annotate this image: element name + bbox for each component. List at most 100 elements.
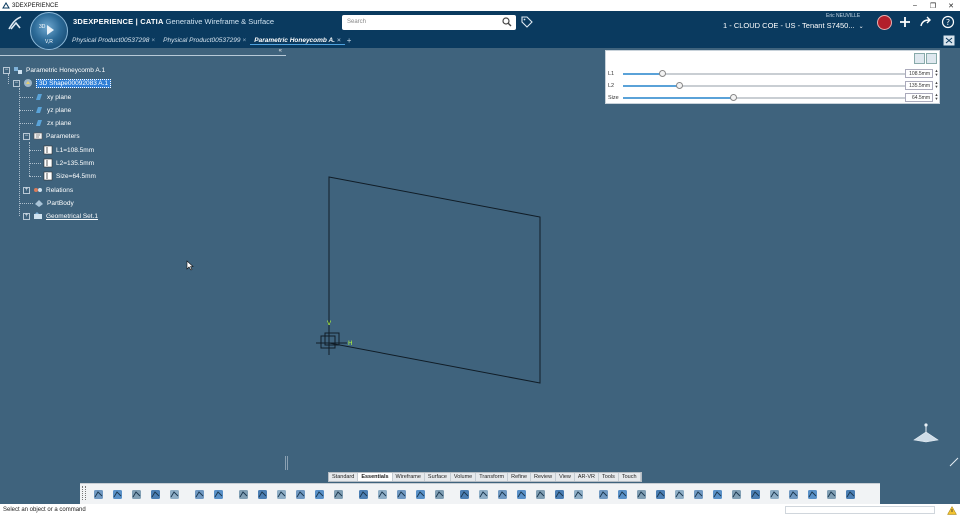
trim-icon[interactable] [534,488,547,501]
sweep-icon[interactable] [357,488,370,501]
search-icon[interactable] [502,17,512,27]
l1-slider[interactable] [623,70,905,77]
tree-node-3d-shape[interactable]: − 3D Shape00092083 A.1 [13,77,112,89]
section-tab-wireframe[interactable]: Wireframe [393,473,425,481]
close-button[interactable]: ✕ [942,2,960,10]
fill-icon[interactable] [376,488,389,501]
size-slider-thumb[interactable] [729,94,737,101]
sketch-icon[interactable] [193,488,206,501]
split-icon[interactable] [515,488,528,501]
translate-icon[interactable] [616,488,629,501]
blend-icon[interactable] [477,488,490,501]
collapse-icon[interactable]: − [23,132,30,140]
multi-section-icon[interactable] [395,488,408,501]
new-tab-button[interactable]: + [347,36,352,45]
measure-icon[interactable] [787,488,800,501]
close-tab-icon[interactable]: × [242,37,246,44]
circle-icon[interactable] [313,488,326,501]
paste-icon[interactable] [130,488,143,501]
fillet-icon[interactable] [597,488,610,501]
l2-slider[interactable] [623,82,905,89]
tree-node-param-l1[interactable]: L1=108.5mm [43,144,94,156]
symmetry-icon[interactable] [654,488,667,501]
point-icon[interactable] [237,488,250,501]
tree-node-root[interactable]: − Parametric Honeycomb A.1 [3,64,105,76]
size-slider[interactable] [623,94,905,101]
expand-icon[interactable]: + [23,212,30,220]
line-icon[interactable] [256,488,269,501]
revolve-icon[interactable] [433,488,446,501]
l1-value-field[interactable]: 108.5mm [905,69,933,78]
warning-icon[interactable] [947,506,957,515]
close-tab-icon[interactable]: × [151,37,155,44]
spline-icon[interactable] [332,488,345,501]
undo-icon[interactable] [149,488,162,501]
splitter-handle[interactable] [285,456,288,470]
curve-smooth-icon[interactable] [749,488,762,501]
minimize-button[interactable]: – [906,2,924,10]
compass-button[interactable]: 3D V,R [30,12,68,50]
l2-value-field[interactable]: 135.5mm [905,81,933,90]
tree-node-xy-plane[interactable]: xy plane [34,91,71,103]
extract-icon[interactable] [572,488,585,501]
healing-icon[interactable] [768,488,781,501]
panel-settings-icon[interactable] [926,53,937,64]
search-input[interactable]: Search [342,15,516,30]
avatar[interactable] [877,15,892,30]
command-input[interactable] [785,506,935,514]
l1-spinner-icon[interactable]: ▲ ▼ [934,69,939,78]
section-tab-volume[interactable]: Volume [451,473,477,481]
tree-node-yz-plane[interactable]: yz plane [34,104,71,116]
join-icon[interactable] [496,488,509,501]
maximize-button[interactable]: ❐ [924,2,942,10]
render-icon[interactable] [825,488,838,501]
offset-icon[interactable] [458,488,471,501]
section-tab-refine[interactable]: Refine [508,473,532,481]
share-icon[interactable] [919,15,933,29]
tree-node-relations[interactable]: + Relations [23,184,73,196]
plus-icon[interactable] [898,15,912,29]
expand-icon[interactable]: + [23,186,30,194]
tree-node-partbody[interactable]: PartBody [34,197,74,209]
plane-icon[interactable] [275,488,288,501]
section-tab-surface[interactable]: Surface [425,473,451,481]
section-tab-review[interactable]: Review [531,473,557,481]
extrude-surface-icon[interactable] [414,488,427,501]
update-icon[interactable] [168,488,181,501]
close-tab-icon[interactable]: × [337,37,341,44]
size-value-field[interactable]: 64.5mm [905,93,933,102]
intersect-icon[interactable] [730,488,743,501]
collapse-icon[interactable]: − [3,66,10,74]
section-tab-view[interactable]: View [556,473,575,481]
3d-viewport[interactable]: V H [0,48,960,468]
l2-spinner-icon[interactable]: ▲ ▼ [934,81,939,90]
section-tab-ar-vr[interactable]: AR-VR [575,473,600,481]
apply-material-icon[interactable] [806,488,819,501]
display-icon[interactable] [844,488,857,501]
tree-node-zx-plane[interactable]: zx plane [34,117,71,129]
tab-physical-product-00537299[interactable]: Physical Product00537299 × [159,37,250,44]
ds-brand-icon[interactable] [6,14,24,32]
section-tab-transform[interactable]: Transform [476,473,509,481]
section-tab-touch[interactable]: Touch [619,473,641,481]
tenant-selector[interactable]: 1 - CLOUD COE - US - Tenant S7450... ⌄ [723,21,864,30]
scale-icon[interactable] [673,488,686,501]
collapse-panel-icon[interactable]: « [279,48,282,54]
tag-icon[interactable] [521,16,533,28]
panel-option-icon[interactable] [914,53,925,64]
section-tab-standard[interactable]: Standard [329,473,359,481]
tab-physical-product-00537298[interactable]: Physical Product00537298 × [68,37,159,44]
section-tab-essentials[interactable]: Essentials [358,473,393,481]
fullscreen-icon[interactable] [943,35,955,46]
l2-slider-thumb[interactable] [676,82,684,89]
project-icon[interactable] [711,488,724,501]
pattern-icon[interactable] [692,488,705,501]
boundary-icon[interactable] [553,488,566,501]
l1-slider-thumb[interactable] [659,70,667,77]
extrude-icon[interactable] [212,488,225,501]
size-spinner-icon[interactable]: ▲ ▼ [934,93,939,102]
help-icon[interactable]: ? [941,15,955,29]
tab-parametric-honeycomb[interactable]: Parametric Honeycomb A. × [250,37,345,45]
copy-icon[interactable] [111,488,124,501]
tree-node-parameters[interactable]: − Parameters [23,130,80,142]
